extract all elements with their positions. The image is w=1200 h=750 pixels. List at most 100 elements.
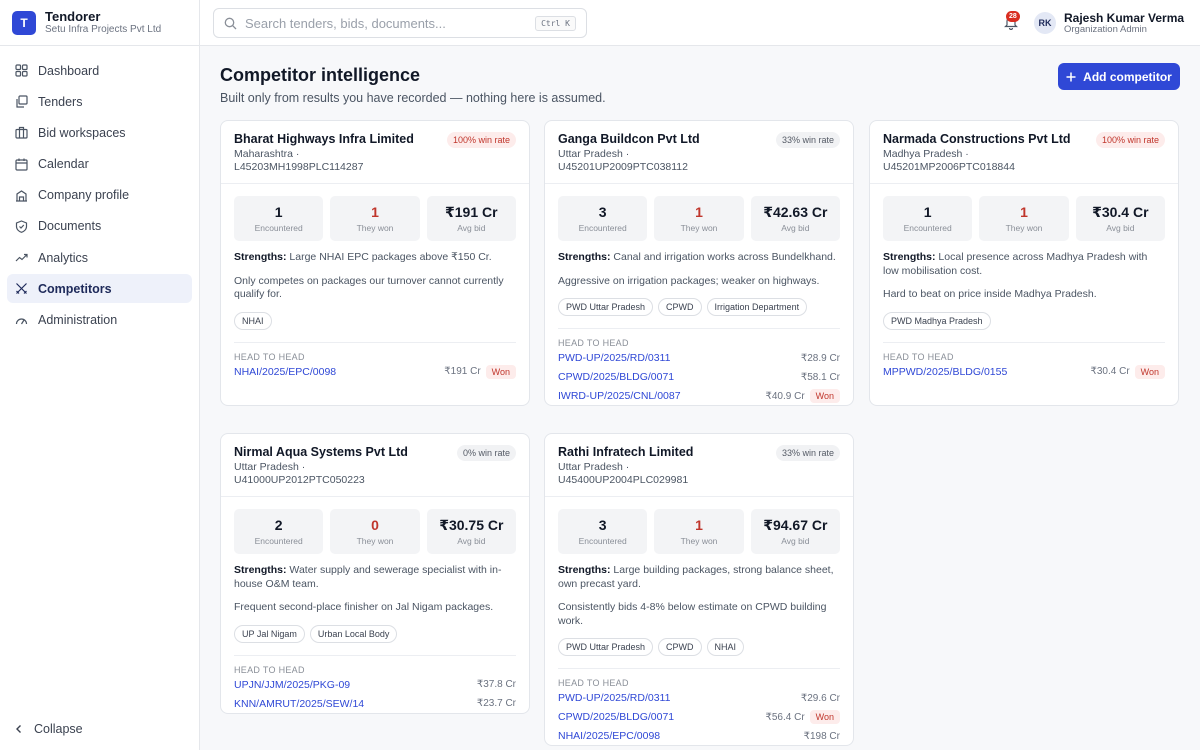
brand[interactable]: T Tendorer Setu Infra Projects Pvt Ltd bbox=[0, 0, 199, 46]
competitor-card-body: 2 Encountered 0 They won ₹30.75 Cr Avg bid Str… bbox=[221, 497, 529, 713]
page-title: Competitor intelligence bbox=[220, 65, 421, 85]
agency-tags: PWD Madhya Pradesh bbox=[883, 311, 1165, 330]
head-to-head-title: HEAD TO HEAD bbox=[234, 351, 305, 362]
tender-reference-link[interactable]: NHAI/2025/EPC/0098 bbox=[234, 366, 444, 378]
stat-they-won: 0 They won bbox=[330, 509, 420, 554]
competitor-card[interactable]: Bharat Highways Infra Limited Maharashtra… bbox=[220, 120, 530, 406]
strengths-label: Strengths: bbox=[558, 564, 611, 576]
tender-reference-link[interactable]: UPJN/JJM/2025/PKG-09 bbox=[234, 679, 477, 691]
sidebar-item-label: Competitors bbox=[38, 281, 112, 296]
tender-reference-link[interactable]: CPWD/2025/BLDG/0071 bbox=[558, 711, 766, 723]
document-stack-icon bbox=[16, 95, 28, 108]
search-placeholder: Search tenders, bids, documents... bbox=[245, 15, 446, 31]
head-to-head-row: KNN/AMRUT/2025/SEW/14 ₹23.7 Cr bbox=[234, 695, 516, 713]
competitor-card[interactable]: Nirmal Aqua Systems Pvt Ltd Uttar Pradesh… bbox=[220, 433, 530, 714]
sidebar-nav: Dashboard Tenders Bid workspaces Calendar Co… bbox=[0, 46, 199, 335]
sidebar-item-label: Company profile bbox=[38, 188, 130, 203]
competitor-card-header: Narmada Constructions Pvt Ltd Madhya Prad… bbox=[870, 121, 1178, 184]
tender-reference-link[interactable]: KNN/AMRUT/2025/SEW/14 bbox=[234, 698, 477, 710]
stat-label: Encountered bbox=[254, 536, 303, 546]
agency-tag[interactable]: NHAI bbox=[706, 638, 745, 656]
sidebar-item-tenders[interactable]: Tenders bbox=[7, 87, 192, 116]
notification-count-badge: 28 bbox=[1006, 11, 1020, 22]
agency-tag[interactable]: Irrigation Department bbox=[706, 298, 808, 316]
sidebar-item-bid-workspaces[interactable]: Bid workspaces bbox=[7, 118, 192, 147]
page-subtitle: Built only from results you have recorde… bbox=[220, 91, 606, 105]
stat-avg-bid: ₹30.4 Cr Avg bid bbox=[1075, 196, 1165, 241]
stat-value: 1 bbox=[371, 204, 379, 220]
tender-reference-link[interactable]: MPPWD/2025/BLDG/0155 bbox=[883, 366, 1091, 378]
won-badge: Won bbox=[485, 364, 516, 379]
agency-tag[interactable]: NHAI bbox=[234, 311, 272, 330]
stats-row: 2 Encountered 0 They won ₹30.75 Cr Avg bid bbox=[234, 509, 516, 554]
competitor-card[interactable]: Ganga Buildcon Pvt Ltd Uttar Pradesh · U4… bbox=[544, 120, 854, 406]
stat-label: They won bbox=[680, 536, 718, 546]
head-to-head-row: NHAI/2025/EPC/0098 ₹198 Cr bbox=[558, 727, 840, 745]
sidebar-item-company-profile[interactable]: Company profile bbox=[7, 181, 192, 210]
agency-tags: UP Jal Nigam Urban Local Body bbox=[234, 624, 516, 643]
competitor-meta: Uttar Pradesh · U45400UP2004PLC029981 bbox=[558, 461, 689, 486]
stat-value: 1 bbox=[274, 204, 283, 220]
bid-amount: ₹30.4 Cr bbox=[1090, 366, 1130, 377]
agency-tag[interactable]: PWD Madhya Pradesh bbox=[883, 311, 991, 330]
stat-value: 1 bbox=[1020, 204, 1028, 220]
bid-amount: ₹23.7 Cr bbox=[476, 698, 516, 709]
competitor-card-body: 1 Encountered 1 They won ₹191 Cr Avg bid Stren… bbox=[221, 184, 529, 381]
sidebar-item-documents[interactable]: Documents bbox=[7, 212, 192, 241]
head-to-head-row: MPPWD/2025/BLDG/0155 ₹30.4 Cr Won bbox=[883, 363, 1165, 381]
head-to-head-title: HEAD TO HEAD bbox=[883, 351, 954, 362]
sidebar-item-administration[interactable]: Administration bbox=[7, 306, 192, 335]
tender-reference-link[interactable]: CPWD/2025/BLDG/0071 bbox=[558, 371, 801, 383]
agency-tag[interactable]: UP Jal Nigam bbox=[234, 624, 305, 643]
sidebar-item-label: Dashboard bbox=[38, 63, 100, 78]
bid-amount: ₹58.1 Cr bbox=[800, 371, 840, 383]
stat-they-won: 1 They won bbox=[979, 196, 1069, 241]
add-competitor-button[interactable]: Add competitor bbox=[1058, 63, 1180, 90]
avatar[interactable]: RK bbox=[1034, 12, 1056, 34]
agency-tag[interactable]: CPWD bbox=[658, 638, 702, 656]
competitor-note: Only competes on packages our turnover c… bbox=[234, 274, 504, 301]
sidebar-item-competitors[interactable]: Competitors bbox=[7, 274, 192, 304]
competitor-note: Aggressive on irrigation packages; weake… bbox=[558, 274, 820, 287]
head-to-head-row: NHAI/2025/EPC/0098 ₹191 Cr Won bbox=[234, 363, 516, 381]
competitor-card[interactable]: Narmada Constructions Pvt Ltd Madhya Prad… bbox=[869, 120, 1179, 406]
user-name[interactable]: Rajesh Kumar Verma bbox=[1064, 11, 1184, 25]
bid-amount: ₹37.8 Cr bbox=[476, 679, 516, 690]
main-content: Competitor intelligence Built only from … bbox=[200, 46, 1200, 750]
agency-tag[interactable]: CPWD bbox=[658, 298, 702, 316]
tender-reference-link[interactable]: PWD-UP/2025/RD/0311 bbox=[558, 692, 801, 704]
sidebar-item-analytics[interactable]: Analytics bbox=[7, 243, 192, 272]
head-to-head-row: IWRD-UP/2025/CNL/0087 ₹40.9 Cr Won bbox=[558, 387, 840, 405]
win-rate-badge: 100% win rate bbox=[1095, 132, 1165, 148]
swords-icon bbox=[16, 283, 27, 295]
tender-reference-link[interactable]: IWRD-UP/2025/CNL/0087 bbox=[558, 390, 766, 402]
strengths-label: Strengths: bbox=[234, 251, 287, 263]
chevron-left-icon bbox=[16, 725, 21, 733]
tender-reference-link[interactable]: NHAI/2025/EPC/0098 bbox=[558, 730, 804, 742]
competitor-card[interactable]: Rathi Infratech Limited Uttar Pradesh · U… bbox=[544, 433, 854, 746]
trend-icon bbox=[15, 254, 28, 262]
grid-icon bbox=[15, 64, 28, 77]
search-input[interactable]: Search tenders, bids, documents... Ctrl … bbox=[213, 8, 587, 38]
stat-label: Avg bid bbox=[1106, 223, 1135, 233]
stat-label: Avg bid bbox=[781, 536, 810, 546]
agency-tag[interactable]: PWD Uttar Pradesh bbox=[558, 638, 654, 656]
collapse-label: Collapse bbox=[34, 722, 83, 736]
organization-name: Setu Infra Projects Pvt Ltd bbox=[45, 23, 162, 35]
agency-tag[interactable]: Urban Local Body bbox=[309, 624, 398, 643]
tender-reference-link[interactable]: PWD-UP/2025/RD/0311 bbox=[558, 352, 801, 364]
head-to-head-row: CPWD/2025/BLDG/0071 ₹58.1 Cr bbox=[558, 368, 840, 386]
agency-tag[interactable]: PWD Uttar Pradesh bbox=[558, 298, 654, 316]
collapse-button[interactable]: Collapse bbox=[14, 722, 83, 736]
stats-row: 1 Encountered 1 They won ₹191 Cr Avg bid bbox=[234, 196, 516, 241]
sidebar-item-dashboard[interactable]: Dashboard bbox=[7, 56, 192, 85]
sidebar-item-calendar[interactable]: Calendar bbox=[7, 150, 192, 179]
search-icon bbox=[224, 17, 237, 29]
strengths-text: Strengths: Large NHAI EPC packages above… bbox=[234, 251, 516, 265]
strengths-text: Strengths: Canal and irrigation works ac… bbox=[558, 251, 840, 265]
agency-tags: PWD Uttar Pradesh CPWD Irrigation Departme… bbox=[558, 298, 840, 316]
won-badge: Won bbox=[809, 710, 840, 724]
topbar: Search tenders, bids, documents... Ctrl … bbox=[200, 0, 1200, 46]
stat-encountered: 1 Encountered bbox=[883, 196, 973, 241]
agency-tags: NHAI bbox=[234, 311, 516, 330]
